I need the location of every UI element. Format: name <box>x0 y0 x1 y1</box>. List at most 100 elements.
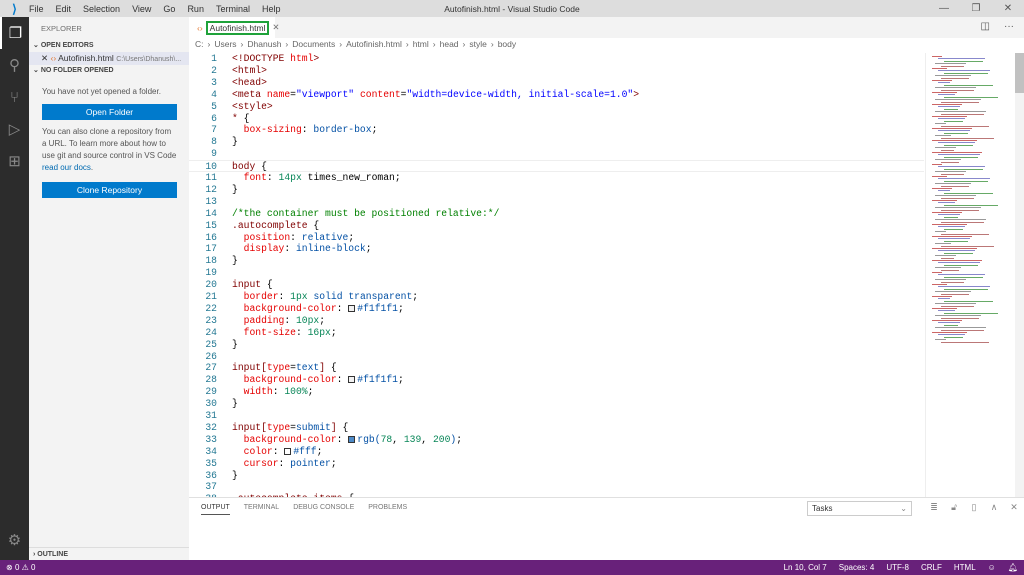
menu-run[interactable]: Run <box>187 4 204 14</box>
split-editor-icon[interactable]: ◫ <box>981 21 990 32</box>
breadcrumb-item[interactable]: body <box>498 39 516 49</box>
lock-icon[interactable]: 🔓︎ <box>944 502 964 513</box>
close-panel-icon[interactable]: ✕ <box>1004 502 1024 513</box>
menu-terminal[interactable]: Terminal <box>216 4 250 14</box>
close-tab-icon[interactable]: ✕ <box>272 22 279 33</box>
source-control-icon[interactable]: ⑂ <box>0 81 29 113</box>
breadcrumb-item[interactable]: Autofinish.html <box>346 39 402 49</box>
menu-help[interactable]: Help <box>262 4 281 14</box>
extensions-icon[interactable]: ⊞ <box>0 145 29 177</box>
menu-go[interactable]: Go <box>163 4 175 14</box>
read-docs-link[interactable]: read our docs <box>42 163 91 172</box>
minimap-line <box>941 257 954 259</box>
breadcrumb-item[interactable]: html <box>413 39 429 49</box>
language-mode[interactable]: HTML <box>954 560 976 575</box>
status-bar: ⊗ 0 ⚠ 0 Ln 10, Col 7 Spaces: 4 UTF-8 CRL… <box>0 560 1024 575</box>
menu-file[interactable]: File <box>29 4 44 14</box>
breadcrumb-item[interactable]: head <box>440 39 459 49</box>
restore-icon[interactable]: ❐ <box>960 0 992 17</box>
code-line: 16 position: relative; <box>189 232 924 244</box>
code-token: ; <box>316 445 323 457</box>
output-channel-select[interactable]: Tasks ⌄ <box>807 501 912 516</box>
open-log-icon[interactable]: ▯ <box>964 502 984 513</box>
minimap-line <box>941 245 994 247</box>
run-debug-icon[interactable]: ▷ <box>0 113 29 145</box>
minimap-line <box>935 63 966 65</box>
breadcrumb-item[interactable]: style <box>469 39 486 49</box>
code-line: 12} <box>189 184 924 196</box>
panel-tab-terminal[interactable]: TERMINAL <box>244 504 279 515</box>
menu-selection[interactable]: Selection <box>83 4 120 14</box>
scrollbar-thumb[interactable] <box>1015 53 1024 93</box>
cursor-position[interactable]: Ln 10, Col 7 <box>784 560 827 575</box>
breadcrumb-item[interactable]: Users <box>214 39 236 49</box>
color-swatch-icon[interactable] <box>284 447 292 455</box>
gear-icon[interactable]: ⚙ <box>0 524 29 556</box>
clone-repository-button[interactable]: Clone Repository <box>42 182 177 198</box>
minimap-line <box>941 221 984 223</box>
minimap-line <box>944 276 983 278</box>
code-line: 6 * { <box>189 113 924 125</box>
vertical-scrollbar[interactable] <box>1015 53 1024 497</box>
clear-output-icon[interactable]: ≣ <box>924 502 944 513</box>
minimap-line <box>932 92 957 93</box>
minimap-line <box>932 320 962 321</box>
panel-tab-problems[interactable]: PROBLEMS <box>368 504 407 515</box>
code-token: } <box>232 469 238 481</box>
open-folder-button[interactable]: Open Folder <box>42 104 177 120</box>
search-icon[interactable]: ⚲ <box>0 49 29 81</box>
minimap-line <box>932 116 967 117</box>
more-actions-icon[interactable]: ··· <box>1004 21 1014 32</box>
code-token: : <box>284 243 296 255</box>
line-number: 15 <box>205 219 217 231</box>
breadcrumb-item[interactable]: Dhanush <box>247 39 281 49</box>
minimize-icon[interactable]: — <box>928 0 960 17</box>
minimap[interactable] <box>925 53 1015 497</box>
code-token: : <box>284 314 296 326</box>
color-swatch-icon[interactable] <box>348 304 356 312</box>
code-token: 100% <box>284 386 308 398</box>
indentation[interactable]: Spaces: 4 <box>839 560 875 575</box>
open-editors-section[interactable]: ⌄ OPEN EDITORS <box>29 40 189 52</box>
explorer-icon[interactable]: ❐ <box>0 17 29 49</box>
panel-tab-output[interactable]: OUTPUT <box>201 504 230 515</box>
outline-section[interactable]: › OUTLINE <box>29 547 189 560</box>
feedback-icon[interactable]: ☺ <box>988 560 996 575</box>
encoding[interactable]: UTF-8 <box>886 560 909 575</box>
code-token: } <box>232 136 238 148</box>
code-token: 14px <box>278 172 302 183</box>
breadcrumb-item[interactable]: Documents <box>292 39 335 49</box>
close-icon[interactable]: ✕ <box>992 0 1024 17</box>
notifications-bell-icon[interactable]: 🔔︎ <box>1008 560 1018 575</box>
minimap-line <box>935 231 946 233</box>
color-swatch-icon[interactable] <box>348 376 356 384</box>
minimap-line <box>938 130 970 132</box>
tab-autofinish[interactable]: ‹› Autofinish.html ✕ <box>189 17 280 38</box>
code-token: { <box>243 112 250 124</box>
line-number: 24 <box>205 326 217 338</box>
code-token: <style> <box>232 100 273 112</box>
menu-edit[interactable]: Edit <box>56 4 72 14</box>
code-token: border <box>243 291 279 302</box>
panel-tab-debug-console[interactable]: DEBUG CONSOLE <box>293 504 354 515</box>
line-number: 35 <box>205 457 217 469</box>
minimap-line <box>938 106 960 108</box>
maximize-panel-icon[interactable]: ∧ <box>984 502 1004 513</box>
no-folder-section[interactable]: ⌄ NO FOLDER OPENED <box>29 65 189 77</box>
code-token: ; <box>456 433 463 445</box>
minimap-line <box>941 137 994 139</box>
minimap-line <box>935 327 986 329</box>
color-swatch-icon[interactable] <box>348 435 356 443</box>
code-token: #f1f1f1 <box>357 302 398 314</box>
code-token: : <box>336 302 349 314</box>
code-editor[interactable]: 1 <!DOCTYPE html> 2 <html> 3 <head> 4 <meta nam… <box>189 53 924 497</box>
problems-indicator[interactable]: ⊗ 0 ⚠ 0 <box>6 560 35 575</box>
breadcrumb-item[interactable]: C: <box>195 39 204 49</box>
code-token: : <box>301 124 314 136</box>
line-number: 2 <box>211 64 217 76</box>
line-endings[interactable]: CRLF <box>921 560 942 575</box>
menu-view[interactable]: View <box>132 4 151 14</box>
open-editor-item[interactable]: ✕ ‹› Autofinish.html C:\Users\Dhanush\..… <box>29 52 189 65</box>
